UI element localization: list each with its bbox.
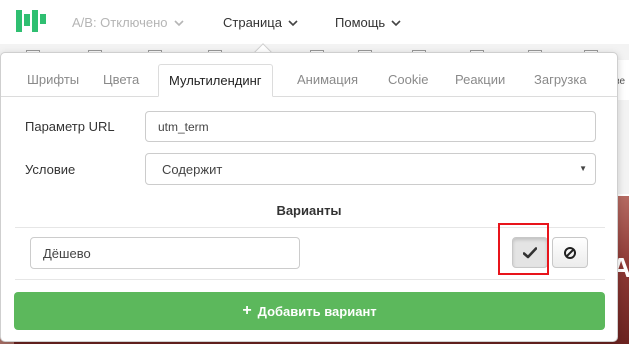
tab-colors[interactable]: Цвета: [93, 64, 149, 96]
help-menu-label: Помощь: [335, 15, 386, 30]
tab-fonts[interactable]: Шрифты: [17, 64, 89, 96]
top-bar: A/B: Отключено Страница Помощь: [0, 0, 629, 44]
url-param-input[interactable]: utm_term: [145, 111, 596, 142]
highlight-box: [498, 223, 549, 275]
tab-loading[interactable]: Загрузка: [524, 64, 597, 96]
condition-label: Условие: [25, 162, 76, 177]
select-caret-icon: ▼: [579, 164, 587, 173]
condition-select-value: Содержит: [162, 161, 223, 177]
add-variant-button[interactable]: + Добавить вариант: [14, 292, 605, 330]
cancel-variant-button[interactable]: [552, 237, 588, 268]
variants-title: Варианты: [276, 203, 342, 218]
ab-test-menu[interactable]: A/B: Отключено: [72, 15, 184, 30]
variant-value: Дёшево: [43, 245, 91, 261]
settings-tabs: Шрифты Цвета Мультилендинг Анимация Cook…: [1, 64, 617, 97]
url-param-value: utm_term: [158, 119, 209, 134]
url-param-label: Параметр URL: [25, 119, 115, 134]
page-menu-label: Страница: [223, 15, 282, 30]
page-settings-popup: Шрифты Цвета Мультилендинг Анимация Cook…: [0, 52, 618, 342]
tab-animation[interactable]: Анимация: [287, 64, 368, 96]
help-menu[interactable]: Помощь: [335, 15, 401, 30]
chevron-down-icon: [173, 19, 184, 26]
ab-test-label: A/B: Отключено: [72, 15, 168, 30]
logo-icon: [16, 10, 46, 32]
add-variant-label: Добавить вариант: [257, 303, 377, 319]
chevron-down-icon: [391, 19, 401, 26]
variant-input[interactable]: Дёшево: [30, 237, 300, 269]
plus-icon: +: [242, 302, 252, 319]
page-menu[interactable]: Страница: [223, 15, 298, 30]
tab-multilanding[interactable]: Мультилендинг: [158, 64, 273, 97]
divider: [15, 279, 605, 280]
condition-select[interactable]: Содержит ▼: [145, 153, 596, 185]
chevron-down-icon: [288, 19, 298, 26]
ban-icon: [564, 246, 576, 259]
tab-reactions[interactable]: Реакции: [445, 64, 515, 96]
tab-cookie[interactable]: Cookie: [378, 64, 438, 96]
